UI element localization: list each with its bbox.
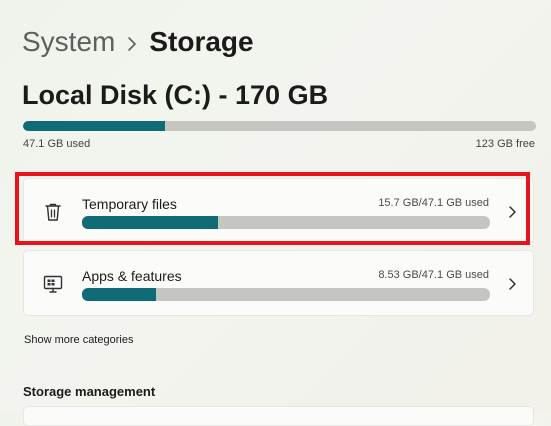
breadcrumb: System Storage	[22, 22, 254, 62]
category-temporary-files[interactable]: Temporary files 15.7 GB/47.1 GB used	[23, 178, 534, 244]
disk-title: Local Disk (C:) - 170 GB	[22, 80, 329, 110]
show-more-categories-link[interactable]: Show more categories	[24, 334, 133, 346]
chevron-right-icon	[507, 205, 517, 219]
category-apps-features[interactable]: Apps & features 8.53 GB/47.1 GB used	[23, 250, 534, 316]
category-usage: 8.53 GB/47.1 GB used	[378, 269, 489, 281]
disk-free-label: 123 GB free	[475, 138, 535, 150]
disk-used-label: 47.1 GB used	[23, 138, 91, 150]
disk-usage-bar	[23, 121, 536, 131]
category-usage-fill	[82, 288, 156, 301]
category-usage-bar	[82, 216, 490, 229]
category-usage: 15.7 GB/47.1 GB used	[378, 197, 489, 209]
category-title: Temporary files	[82, 196, 177, 212]
trash-icon	[42, 201, 64, 223]
breadcrumb-system-link[interactable]: System	[22, 22, 115, 62]
apps-icon	[42, 273, 64, 295]
disk-usage-fill	[23, 121, 166, 131]
category-usage-bar	[82, 288, 490, 301]
chevron-right-icon	[115, 22, 149, 62]
page-title: Storage	[149, 26, 254, 57]
category-usage-fill	[82, 216, 218, 229]
chevron-right-icon	[507, 277, 517, 291]
storage-management-heading: Storage management	[23, 384, 156, 399]
storage-management-card[interactable]	[23, 406, 534, 426]
category-title: Apps & features	[82, 268, 182, 284]
